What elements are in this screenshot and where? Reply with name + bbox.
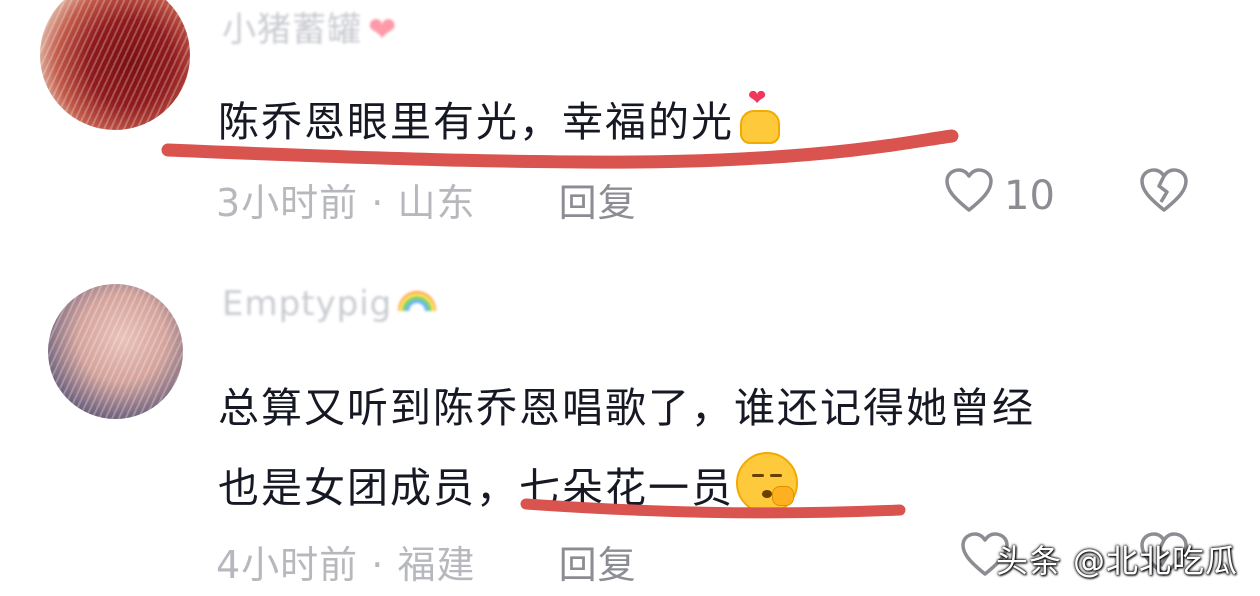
like-count: 10 — [1004, 173, 1055, 219]
username-text: Emptypig — [222, 284, 393, 324]
comment-meta: 3小时前 · 山东 回复 — [216, 172, 637, 227]
dislike-button[interactable] — [1138, 168, 1190, 218]
thinking-face-emoji-icon — [736, 452, 798, 514]
comment-location: 山东 — [397, 181, 476, 225]
comment-time: 4小时前 — [216, 543, 359, 587]
rainbow-emoji-icon — [398, 291, 437, 311]
avatar[interactable] — [40, 0, 190, 130]
heart-outline-icon — [944, 168, 994, 224]
comment-location: 福建 — [397, 543, 476, 587]
comment-username[interactable]: Emptypig — [222, 284, 437, 324]
like-button[interactable]: 10 — [944, 168, 1055, 224]
comment-text-line-2: 也是女团成员，七朵花一员 — [218, 452, 798, 514]
watermark: 头条 @北北吃瓜 — [995, 542, 1238, 580]
comment-text: 陈乔恩眼里有光，幸福的光 ❤ — [218, 88, 780, 148]
comment-username[interactable]: 小猪蓄罐 ❤ — [222, 2, 398, 51]
comment-text-body: 陈乔恩眼里有光，幸福的光 — [218, 98, 734, 146]
reply-button[interactable]: 回复 — [559, 543, 637, 587]
finger-heart-emoji-icon: ❤ — [738, 88, 780, 144]
comment-item: 小猪蓄罐 ❤ 陈乔恩眼里有光，幸福的光 ❤ 3小时前 · 山东 回复 10 — [0, 0, 1260, 260]
meta-separator: · — [371, 181, 385, 225]
avatar[interactable] — [48, 284, 183, 419]
reply-button[interactable]: 回复 — [559, 181, 637, 225]
comment-meta: 4小时前 · 福建 回复 — [216, 534, 637, 589]
avatar-redaction — [48, 284, 183, 419]
comment-time: 3小时前 — [216, 181, 359, 225]
comment-text-body: 也是女团成员，七朵花一员 — [218, 464, 734, 512]
avatar-redaction — [40, 0, 190, 130]
comment-text-line-1: 总算又听到陈乔恩唱歌了，谁还记得她曾经 — [218, 384, 1035, 432]
meta-separator: · — [371, 543, 385, 587]
heart-emoji-icon: ❤ — [368, 10, 398, 50]
broken-heart-icon — [1138, 168, 1190, 218]
username-text: 小猪蓄罐 — [222, 10, 362, 50]
